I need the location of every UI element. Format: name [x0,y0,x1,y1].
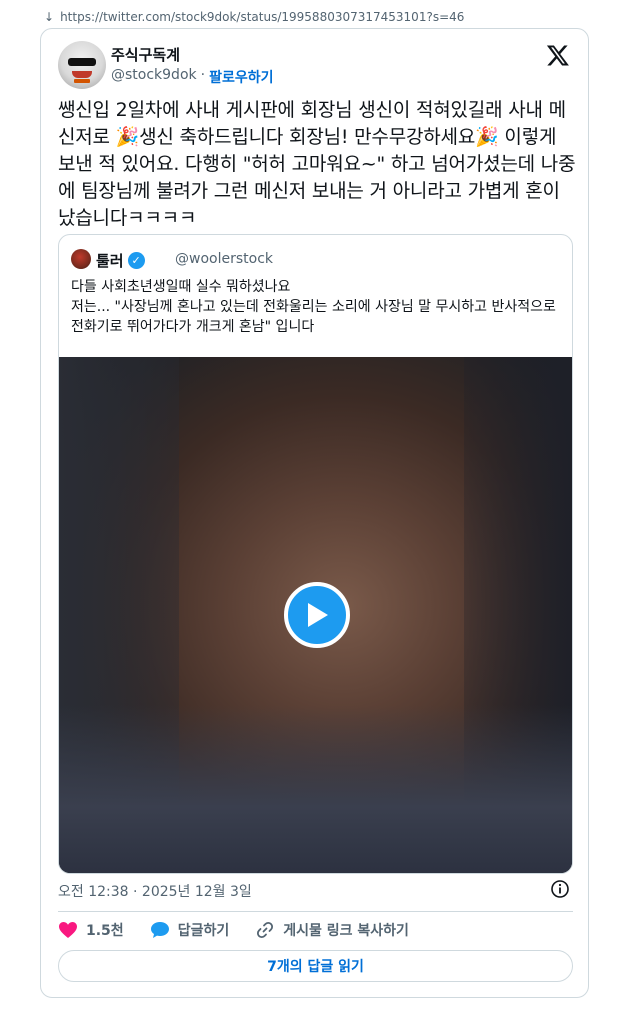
reply-bubble-icon [150,922,169,938]
quoted-tweet[interactable]: 툴러 ✓ @woolerstock 다들 사회초년생일때 실수 뭐하셨나요 저는… [58,234,573,874]
url-text[interactable]: https://twitter.com/stock9dok/status/199… [60,10,464,24]
url-bar: ↓ https://twitter.com/stock9dok/status/1… [44,8,464,26]
tweet-text: 쌩신입 2일차에 사내 게시판에 회장님 생신이 적혀있길래 사내 메신저로 🎉… [58,99,576,229]
action-bar: 1.5천 답글하기 게시물 링크 복사하기 [58,919,435,941]
download-arrow-icon: ↓ [44,10,55,24]
play-icon [308,603,328,627]
tweet-card: 주식구독계 @stock9dok · 팔로우하기 쌩신입 2일차에 사내 게시판… [40,28,589,998]
read-replies-button[interactable]: 7개의 답글 읽기 [58,950,573,982]
copy-link-label: 게시물 링크 복사하기 [283,923,409,939]
quoted-text: 다들 사회초년생일때 실수 뭐하셨나요 저는... "사장님께 혼나고 있는데 … [71,279,556,335]
info-icon[interactable] [550,879,570,899]
quoted-author[interactable]: 툴러 ✓ [96,250,145,271]
video-thumbnail[interactable] [59,357,572,873]
x-logo-icon[interactable] [546,43,570,67]
link-icon [257,921,274,939]
heart-icon [59,922,77,938]
separator-dot: · [200,67,206,83]
verified-badge-icon: ✓ [127,252,145,269]
copy-link-button[interactable]: 게시물 링크 복사하기 [255,920,409,940]
quoted-handle: @woolerstock [175,251,273,267]
divider [58,911,573,912]
tweet-timestamp[interactable]: 오전 12:38 · 2025년 12월 3일 [58,881,252,901]
quoted-avatar[interactable] [71,249,91,269]
quoted-author-name: 툴러 [96,252,124,270]
like-count: 1.5천 [86,923,124,939]
play-button[interactable] [284,582,350,648]
reply-button[interactable]: 답글하기 [150,920,230,940]
author-name[interactable]: 주식구독계 [111,44,180,65]
author-avatar[interactable] [58,41,106,89]
author-handle[interactable]: @stock9dok [111,67,197,87]
author-meta: @stock9dok · 팔로우하기 [111,67,273,87]
follow-button[interactable]: 팔로우하기 [209,67,273,87]
like-button[interactable]: 1.5천 [58,920,124,940]
reply-label: 답글하기 [177,923,230,939]
